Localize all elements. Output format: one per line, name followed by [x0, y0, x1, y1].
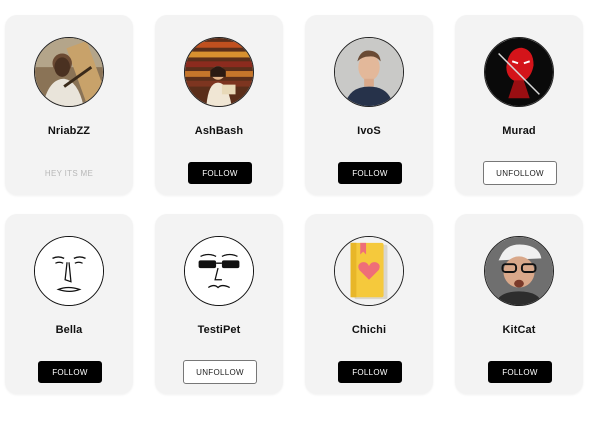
user-card: Murad UNFOLLOW	[455, 15, 583, 195]
user-name: Bella	[55, 324, 83, 336]
unfollow-button[interactable]: UNFOLLOW	[183, 360, 257, 384]
man-portrait-photo	[335, 38, 403, 106]
avatar	[484, 236, 554, 306]
user-name: TestiPet	[197, 324, 241, 336]
avatar	[334, 236, 404, 306]
avatar	[334, 37, 404, 107]
user-name: AshBash	[194, 125, 244, 137]
user-name: KitCat	[502, 324, 536, 336]
follow-button[interactable]: FOLLOW	[338, 361, 402, 383]
user-card: IvoS FOLLOW	[305, 15, 433, 195]
red-ninja-photo	[485, 38, 553, 106]
user-name: Murad	[502, 125, 536, 137]
sketched-face-icon	[35, 237, 103, 305]
avatar	[184, 236, 254, 306]
user-card: NriabZZ HEY ITS ME	[5, 15, 133, 195]
heart-book-icon	[335, 237, 403, 305]
man-with-guitar-photo	[35, 38, 103, 106]
man-with-cap-photo	[485, 237, 553, 305]
follow-button[interactable]: FOLLOW	[338, 162, 402, 184]
follow-button[interactable]: FOLLOW	[188, 162, 252, 184]
user-card: TestiPet UNFOLLOW	[155, 214, 283, 394]
avatar	[184, 37, 254, 107]
user-card: KitCat FOLLOW	[455, 214, 583, 394]
user-card: Chichi FOLLOW	[305, 214, 433, 394]
girl-in-library-photo	[185, 38, 253, 106]
user-card: AshBash FOLLOW	[155, 15, 283, 195]
user-grid: NriabZZ HEY ITS ME AshBash FOLLOW IvoS F…	[0, 0, 591, 422]
user-card: Bella FOLLOW	[5, 214, 133, 394]
avatar	[34, 236, 104, 306]
user-name: Chichi	[351, 324, 387, 336]
avatar	[34, 37, 104, 107]
user-name: IvoS	[357, 125, 381, 137]
sunglasses-face-icon	[185, 237, 253, 305]
follow-button[interactable]: FOLLOW	[38, 361, 102, 383]
user-name: NriabZZ	[47, 125, 91, 137]
unfollow-button[interactable]: UNFOLLOW	[483, 161, 557, 185]
user-status-text: HEY ITS ME	[44, 169, 94, 178]
follow-button[interactable]: FOLLOW	[488, 361, 552, 383]
avatar	[484, 37, 554, 107]
